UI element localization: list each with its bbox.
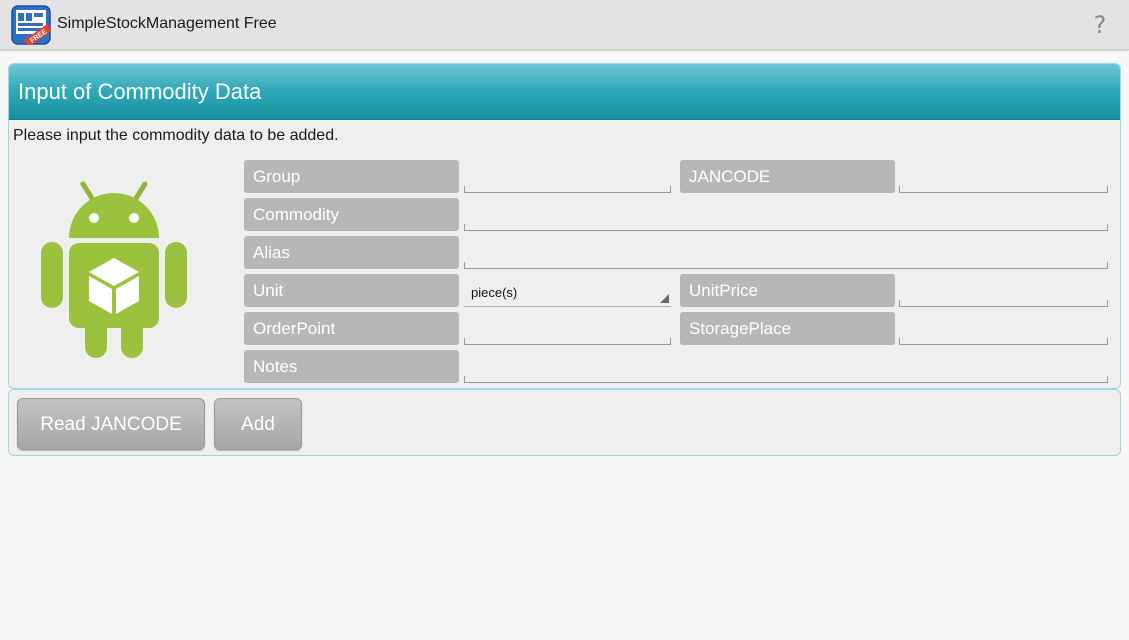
unitprice-label: UnitPrice (680, 274, 895, 307)
group-input[interactable] (464, 160, 671, 193)
alias-label: Alias (244, 236, 459, 269)
read-jancode-button[interactable]: Read JANCODE (17, 398, 205, 450)
notes-label: Notes (244, 350, 459, 383)
app-logo-icon[interactable]: FREE (11, 5, 51, 45)
orderpoint-input[interactable] (464, 312, 671, 345)
app-title: SimpleStockManagement Free (57, 15, 277, 32)
help-icon[interactable]: ? (1089, 11, 1111, 39)
commodity-input-panel: Input of Commodity Data Please input the… (8, 63, 1121, 389)
jancode-input[interactable] (899, 160, 1108, 193)
button-bar: Read JANCODE Add (8, 389, 1121, 456)
add-button[interactable]: Add (214, 398, 302, 450)
alias-input[interactable] (464, 236, 1108, 269)
instruction-text: Please input the commodity data to be ad… (13, 127, 339, 144)
orderpoint-label: OrderPoint (244, 312, 459, 345)
dropdown-arrow-icon (660, 294, 669, 303)
panel-title: Input of Commodity Data (18, 79, 262, 104)
commodity-label: Commodity (244, 198, 459, 231)
unit-selected-value: piece(s) (471, 285, 518, 300)
storageplace-input[interactable] (899, 312, 1108, 345)
unit-spinner[interactable]: piece(s) (464, 274, 671, 307)
storageplace-label: StoragePlace (680, 312, 895, 345)
action-bar: FREE SimpleStockManagement Free ? (0, 0, 1129, 50)
android-box-icon (41, 181, 187, 358)
jancode-label: JANCODE (680, 160, 895, 193)
panel-header: Input of Commodity Data (9, 64, 1120, 120)
unit-label: Unit (244, 274, 459, 307)
commodity-input[interactable] (464, 198, 1108, 231)
group-label: Group (244, 160, 459, 193)
unitprice-input[interactable] (899, 274, 1108, 307)
notes-input[interactable] (464, 350, 1108, 383)
